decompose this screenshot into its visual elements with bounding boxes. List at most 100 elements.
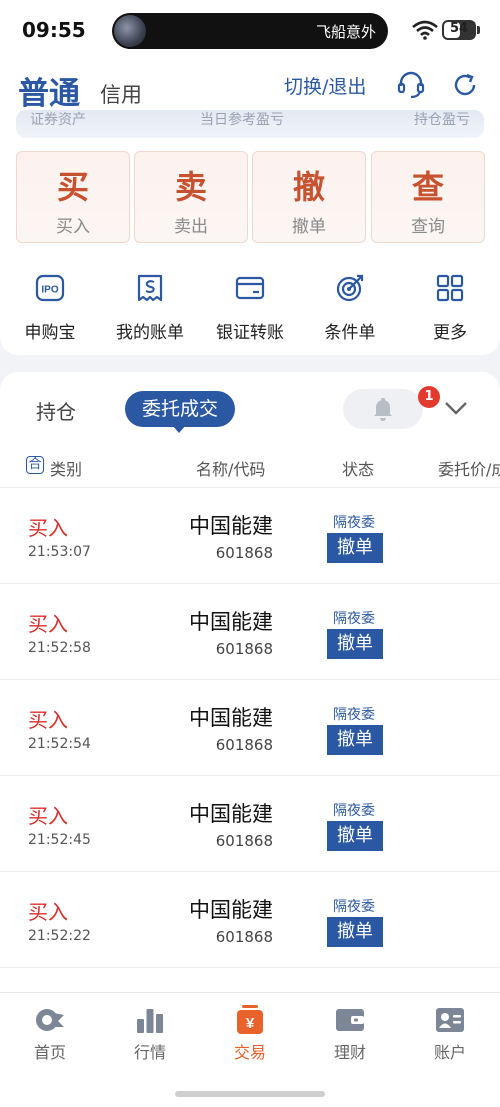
wifi-icon: [412, 20, 438, 40]
quick-actions: 买 买入 卖 卖出 撤 撤单 查 查询: [16, 151, 485, 243]
svg-text:IPO: IPO: [41, 285, 58, 296]
order-time: 21:52:22: [28, 928, 91, 944]
stock-name: 中国能建: [189, 802, 273, 826]
grid-icon: [436, 274, 464, 302]
cancel-order-button[interactable]: 撤单: [327, 917, 383, 947]
cancel-order-button[interactable]: 撤单: [327, 533, 383, 563]
switch-exit-link[interactable]: 切换/退出: [284, 72, 366, 99]
active-tab-pointer: [172, 425, 186, 433]
conditional-order-shortcut[interactable]: 条件单: [300, 272, 400, 343]
order-row[interactable]: 买入 21:52:45 中国能建 601868 隔夜委 撤单: [0, 776, 500, 872]
tab-holdings[interactable]: 持仓: [36, 396, 76, 425]
notification-button[interactable]: [343, 389, 423, 429]
function-shortcuts: IPO 申购宝 我的账单 银证转账 条件单 更多: [0, 272, 500, 343]
chart-icon: [137, 1009, 163, 1033]
trade-icon: ¥: [237, 1005, 263, 1034]
nav-wealth[interactable]: 理财: [300, 1005, 400, 1063]
orders-card: 持仓 委托成交 1 合 类别 名称/代码 状态 委托价/成交价 买入 21:53…: [0, 372, 500, 992]
trade-header: 普通 信用 切换/退出: [0, 62, 500, 114]
stock-code: 601868: [215, 928, 273, 946]
wallet-icon: [336, 1009, 364, 1031]
home-indicator[interactable]: [175, 1091, 325, 1097]
nav-wealth-label: 理财: [333, 1043, 366, 1062]
buy-button[interactable]: 买 买入: [16, 151, 130, 243]
order-side: 买入: [28, 708, 68, 732]
sort-icon[interactable]: 合: [26, 456, 44, 474]
stock-code: 601868: [215, 832, 273, 850]
account-icon: [436, 1008, 464, 1032]
island-ticker: 飞船意外: [315, 24, 376, 41]
nav-home[interactable]: 首页: [0, 1005, 100, 1063]
stock-name: 中国能建: [189, 706, 273, 730]
cancel-order-button[interactable]: 撤单: [327, 725, 383, 755]
chevron-down-icon[interactable]: [444, 400, 468, 416]
customer-service-headset-icon[interactable]: [396, 70, 426, 100]
order-status: 隔夜委: [333, 515, 375, 531]
col-name-code: 名称/代码: [196, 460, 266, 479]
card-icon: [235, 276, 265, 300]
ipo-subscribe-label: 申购宝: [24, 323, 76, 343]
stock-code: 601868: [215, 736, 273, 754]
bell-icon: [374, 398, 392, 421]
nav-market[interactable]: 行情: [100, 1005, 200, 1063]
conditional-order-label: 条件单: [324, 323, 376, 343]
mode-normal-tab[interactable]: 普通: [18, 68, 80, 113]
sell-glyph: 卖: [174, 168, 207, 206]
daily-pnl-label: 当日参考盈亏: [200, 112, 284, 128]
order-side: 买入: [28, 804, 68, 828]
order-table-header: 合 类别 名称/代码 状态 委托价/成交价: [0, 452, 500, 482]
order-side: 买入: [28, 516, 68, 540]
order-side: 买入: [28, 612, 68, 636]
cancel-order-button[interactable]: 撤单: [327, 821, 383, 851]
buy-glyph: 买: [56, 168, 89, 206]
stock-code: 601868: [215, 640, 273, 658]
home-icon: [36, 1009, 64, 1031]
bank-transfer-shortcut[interactable]: 银证转账: [200, 272, 300, 343]
nav-trade[interactable]: ¥ 交易: [200, 1005, 300, 1063]
col-category: 类别: [50, 460, 83, 479]
sell-button[interactable]: 卖 卖出: [134, 151, 248, 243]
query-button[interactable]: 查 查询: [371, 151, 485, 243]
nav-market-label: 行情: [133, 1043, 166, 1062]
order-time: 21:52:45: [28, 832, 91, 848]
tab-orders-filled[interactable]: 委托成交: [125, 391, 235, 427]
nav-account[interactable]: 账户: [400, 1005, 500, 1063]
securities-assets-label: 证券资产: [30, 112, 86, 128]
ipo-icon: IPO: [35, 274, 65, 302]
cancel-order-button[interactable]: 撤 撤单: [252, 151, 366, 243]
trade-top-card: 普通 信用 切换/退出 证券资产 当日参考盈亏 持仓盈亏 买 买入 卖 卖出 撤…: [0, 62, 500, 355]
order-row[interactable]: 买入 21:52:22 中国能建 601868 隔夜委 撤单: [0, 872, 500, 968]
bottom-nav: 首页 行情 ¥ 交易 理财 账户: [0, 992, 500, 1107]
nav-trade-label: 交易: [233, 1043, 266, 1062]
stock-name: 中国能建: [189, 898, 273, 922]
stock-name: 中国能建: [189, 514, 273, 538]
holding-pnl-label: 持仓盈亏: [414, 112, 470, 128]
query-glyph: 查: [411, 168, 444, 206]
refresh-icon[interactable]: [450, 70, 480, 100]
order-time: 21:53:07: [28, 544, 91, 560]
order-status: 隔夜委: [333, 707, 375, 723]
ipo-subscribe-shortcut[interactable]: IPO 申购宝: [0, 272, 100, 343]
dynamic-island[interactable]: 飞船意外: [112, 13, 388, 49]
my-bill-label: 我的账单: [116, 323, 184, 343]
order-row[interactable]: 买入 21:52:54 中国能建 601868 隔夜委 撤单: [0, 680, 500, 776]
cancel-order-button[interactable]: 撤单: [327, 629, 383, 659]
order-status: 隔夜委: [333, 899, 375, 915]
mode-credit-tab[interactable]: 信用: [100, 79, 142, 109]
battery-percent: 54: [449, 21, 469, 36]
order-row[interactable]: 买入 21:53:07 中国能建 601868 隔夜委 撤单: [0, 488, 500, 584]
my-bill-shortcut[interactable]: 我的账单: [100, 272, 200, 343]
more-label: 更多: [433, 323, 467, 343]
nav-account-label: 账户: [433, 1043, 466, 1062]
battery-tip: [477, 26, 480, 34]
order-side: 买入: [28, 900, 68, 924]
more-shortcut[interactable]: 更多: [400, 272, 500, 343]
order-status: 隔夜委: [333, 803, 375, 819]
order-row[interactable]: 买入 21:52:58 中国能建 601868 隔夜委 撤单: [0, 584, 500, 680]
notification-badge: 1: [418, 386, 440, 408]
order-time: 21:52:58: [28, 640, 91, 656]
asset-summary-strip: 证券资产 当日参考盈亏 持仓盈亏: [16, 110, 484, 138]
target-icon: [336, 274, 364, 302]
clock: 09:55: [22, 18, 86, 42]
bank-transfer-label: 银证转账: [216, 323, 284, 343]
